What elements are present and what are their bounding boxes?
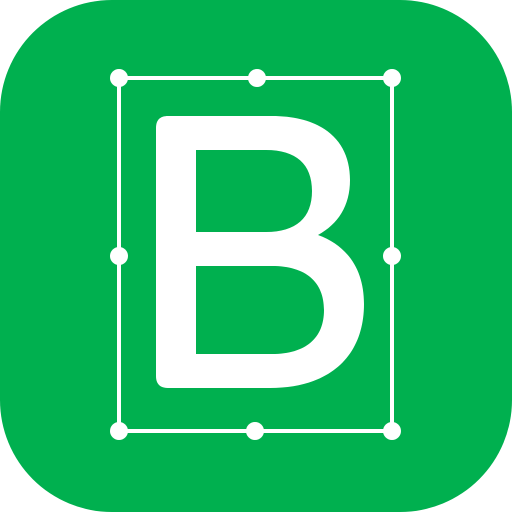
handle-middle-right — [383, 247, 401, 265]
handle-middle-left — [110, 247, 128, 265]
handle-bottom-middle — [246, 422, 264, 440]
bounding-box-letter-b-icon — [0, 0, 512, 512]
app-icon-canvas: B — [0, 0, 512, 512]
handle-bottom-right — [383, 422, 401, 440]
handle-top-middle — [248, 69, 266, 87]
handle-top-right — [383, 69, 401, 87]
handle-top-left — [110, 69, 128, 87]
handle-bottom-left — [110, 422, 128, 440]
